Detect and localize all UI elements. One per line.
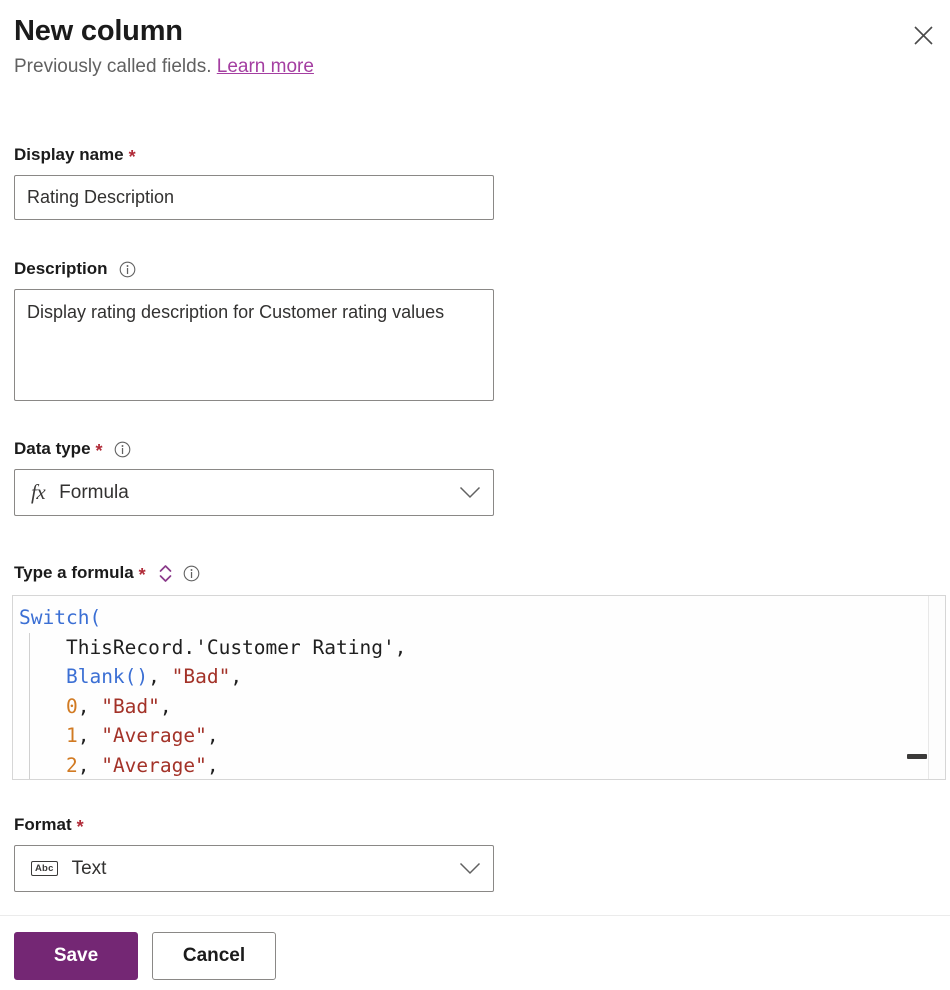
info-icon[interactable] <box>119 261 136 278</box>
data-type-field-group: Data type * fx Formula <box>14 438 494 516</box>
description-field-group: Description <box>14 258 494 406</box>
text-abc-icon: Abc <box>31 861 58 876</box>
code-token: 1 <box>65 724 78 747</box>
code-token: , <box>230 665 243 688</box>
code-token: , <box>77 724 102 747</box>
required-asterisk: * <box>76 817 84 837</box>
code-token: , <box>206 753 219 777</box>
formula-field-group: Type a formula * <box>14 562 200 584</box>
format-label-row: Format * <box>14 814 494 836</box>
data-type-dropdown[interactable]: fx Formula <box>14 469 494 516</box>
format-field-group: Format * Abc Text <box>14 814 494 892</box>
indent-guide <box>29 633 30 779</box>
code-token: Blank() <box>65 665 149 688</box>
data-type-selected-value: Formula <box>59 481 129 503</box>
code-token: 0 <box>65 694 78 718</box>
description-label: Description <box>14 259 108 278</box>
code-token: , <box>159 694 172 718</box>
display-name-label-row: Display name * <box>14 144 494 166</box>
code-token: , <box>77 694 102 718</box>
save-button[interactable]: Save <box>14 932 138 980</box>
formula-label-row: Type a formula * <box>14 562 200 584</box>
cancel-button[interactable]: Cancel <box>152 932 276 980</box>
dialog-subtitle: Previously called fields. Learn more <box>14 55 914 79</box>
dialog-header: New column Previously called fields. Lea… <box>14 14 914 79</box>
page-title: New column <box>14 15 183 47</box>
data-type-label-row: Data type * <box>14 438 494 460</box>
required-asterisk: * <box>95 441 103 461</box>
chevron-down-icon <box>459 486 481 499</box>
display-name-field-group: Display name * <box>14 144 494 220</box>
display-name-input[interactable] <box>14 175 494 220</box>
format-dropdown[interactable]: Abc Text <box>14 845 494 892</box>
close-button[interactable] <box>906 18 940 52</box>
formula-fx-icon: fx <box>31 480 46 504</box>
format-label: Format <box>14 815 72 834</box>
code-token: "Average" <box>101 724 207 747</box>
close-icon <box>913 25 934 46</box>
code-token: , <box>77 753 102 777</box>
display-name-label: Display name <box>14 145 124 164</box>
new-column-dialog: New column Previously called fields. Lea… <box>0 0 950 990</box>
format-selected-value: Text <box>71 857 107 879</box>
footer-divider <box>0 915 950 916</box>
code-token: , <box>206 724 219 747</box>
info-icon[interactable] <box>114 441 131 458</box>
subtitle-text: Previously called fields. <box>14 56 212 77</box>
expand-collapse-icon[interactable] <box>158 564 173 583</box>
required-asterisk: * <box>138 565 146 585</box>
info-icon[interactable] <box>183 565 200 582</box>
code-token: "Average" <box>101 753 207 777</box>
description-textarea[interactable] <box>14 289 494 401</box>
formula-label: Type a formula <box>14 563 134 582</box>
formula-resize-handle[interactable] <box>907 754 927 759</box>
code-token: Switch( <box>19 606 102 629</box>
code-token: ThisRecord.'Customer Rating', <box>19 635 407 659</box>
dialog-footer: Save Cancel <box>14 932 276 980</box>
learn-more-link[interactable]: Learn more <box>217 56 314 77</box>
code-token: 2 <box>65 753 78 777</box>
code-token: , <box>148 665 172 688</box>
required-asterisk: * <box>128 147 136 167</box>
formula-editor[interactable]: Switch( ThisRecord.'Customer Rating', Bl… <box>12 595 946 780</box>
formula-code-text[interactable]: Switch( ThisRecord.'Customer Rating', Bl… <box>13 596 945 779</box>
code-token: "Bad" <box>101 694 160 718</box>
description-label-row: Description <box>14 258 494 280</box>
data-type-label: Data type <box>14 439 91 458</box>
formula-scrollbar[interactable] <box>928 596 945 779</box>
code-token: "Bad" <box>171 665 231 688</box>
chevron-down-icon <box>459 862 481 875</box>
